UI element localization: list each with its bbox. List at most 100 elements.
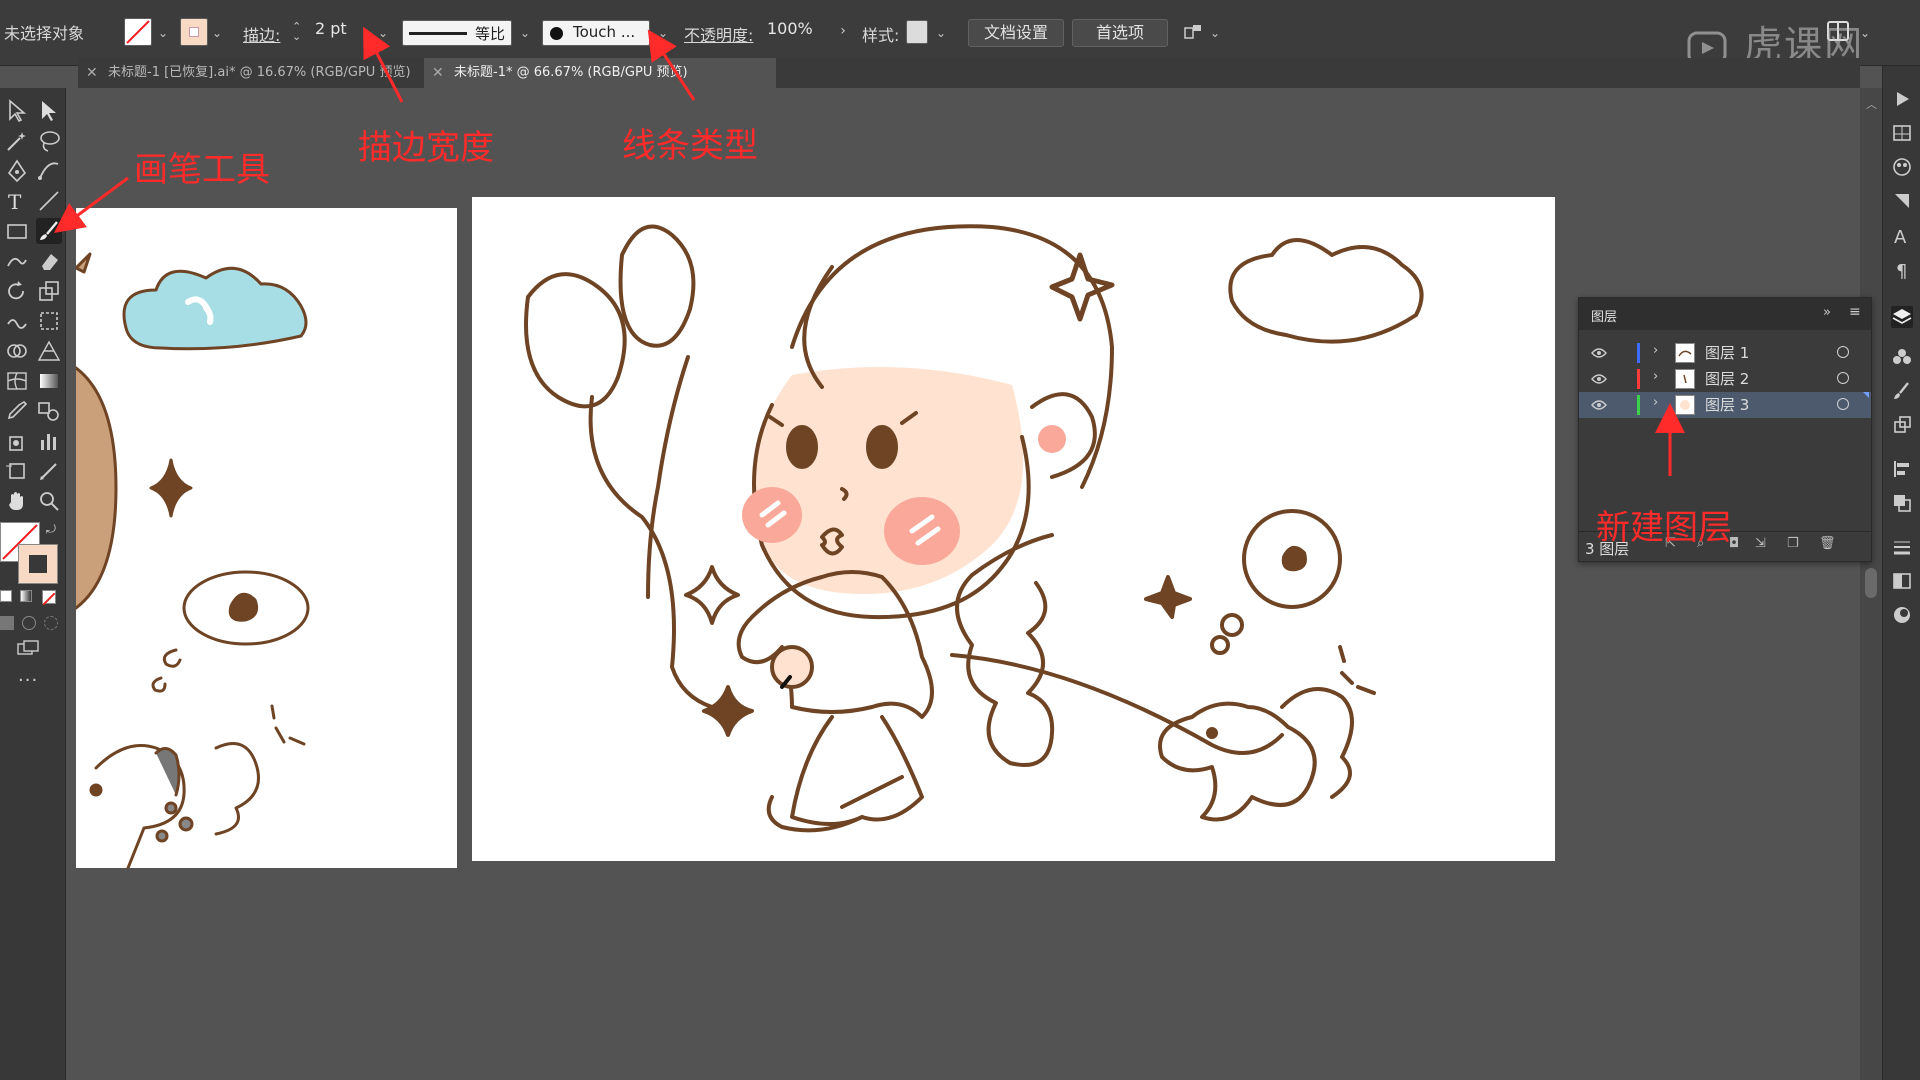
- collapse-icon[interactable]: »: [1823, 305, 1831, 320]
- align-icon[interactable]: [1891, 458, 1913, 480]
- chevron-down-icon[interactable]: ⌄: [1208, 26, 1222, 40]
- stroke-swatch[interactable]: [180, 18, 208, 46]
- stroke-color-widget[interactable]: [18, 544, 58, 584]
- pen-tool-icon[interactable]: [4, 158, 30, 184]
- direct-selection-tool-icon[interactable]: [36, 98, 62, 124]
- layers-panel-header[interactable]: 图层 » ≡: [1579, 298, 1871, 330]
- chevron-down-icon[interactable]: ⌄: [656, 26, 670, 40]
- appearance-icon[interactable]: [1891, 604, 1913, 626]
- stroke-weight-input[interactable]: 2 pt: [310, 17, 374, 43]
- chevron-down-icon[interactable]: ⌄: [376, 26, 390, 40]
- gradient-panel-icon[interactable]: [1891, 190, 1913, 212]
- chevron-down-icon[interactable]: ⌄: [518, 26, 532, 40]
- brush-definition[interactable]: Touch ...: [542, 20, 650, 46]
- trash-icon[interactable]: 🗑: [1819, 536, 1836, 551]
- pathfinder-icon[interactable]: [1891, 492, 1913, 514]
- close-icon[interactable]: ✕: [86, 58, 98, 88]
- tab-document-2[interactable]: ✕ 未标题-1* @ 66.67% (RGB/GPU 预览): [424, 58, 776, 88]
- document-setup-button[interactable]: 文档设置: [968, 19, 1064, 47]
- lasso-tool-icon[interactable]: [36, 128, 62, 154]
- warp-tool-icon[interactable]: [4, 308, 30, 334]
- target-icon[interactable]: [1837, 346, 1849, 358]
- chevron-right-icon[interactable]: ›: [836, 24, 850, 38]
- close-icon[interactable]: ✕: [432, 58, 444, 88]
- transform-icon[interactable]: [1891, 414, 1913, 436]
- stroke-stepper-icon[interactable]: ⌃ ⌄: [292, 21, 304, 44]
- brushes-icon[interactable]: [1891, 380, 1913, 402]
- artboard-tool-icon[interactable]: [4, 458, 30, 484]
- fill-swatch[interactable]: [124, 18, 152, 46]
- chevron-down-icon[interactable]: ⌄: [934, 26, 948, 40]
- stroke-panel-icon[interactable]: [1891, 536, 1913, 558]
- target-icon[interactable]: [1837, 398, 1849, 410]
- type-tool-icon[interactable]: T: [4, 188, 30, 214]
- character-icon[interactable]: A: [1891, 224, 1913, 248]
- image-trace-icon[interactable]: [1891, 122, 1913, 144]
- gradient-mode-button[interactable]: [20, 590, 32, 602]
- scroll-up-icon[interactable]: ︿: [1866, 96, 1877, 112]
- expand-arrow-icon[interactable]: ›: [1653, 395, 1658, 410]
- tab-document-1[interactable]: ✕ 未标题-1 [已恢复].ai* @ 16.67% (RGB/GPU 预览): [78, 58, 420, 88]
- eraser-tool-icon[interactable]: [36, 248, 62, 274]
- layer-row-selected[interactable]: › 图层 3: [1579, 392, 1871, 418]
- paintbrush-tool-icon[interactable]: [36, 218, 62, 244]
- symbols-icon[interactable]: [1891, 346, 1913, 368]
- slice-tool-icon[interactable]: [36, 458, 62, 484]
- screen-mode-icon[interactable]: [16, 640, 40, 658]
- play-icon[interactable]: [1891, 88, 1913, 110]
- new-sublayer-icon[interactable]: ⇲: [1755, 536, 1766, 551]
- eye-icon[interactable]: [1590, 344, 1608, 362]
- scroll-thumb[interactable]: [1865, 568, 1877, 598]
- chevron-down-icon[interactable]: ⌄: [210, 26, 224, 40]
- perspective-grid-icon[interactable]: [36, 338, 62, 364]
- eyedropper-icon[interactable]: [4, 398, 30, 424]
- magic-wand-icon[interactable]: [4, 128, 30, 154]
- line-tool-icon[interactable]: [36, 188, 62, 214]
- blend-tool-icon[interactable]: [36, 398, 62, 424]
- transparency-icon[interactable]: [1891, 570, 1913, 592]
- rectangle-tool-icon[interactable]: [4, 218, 30, 244]
- vertical-scrollbar[interactable]: ︿: [1860, 88, 1882, 1080]
- eye-icon[interactable]: [1590, 396, 1608, 414]
- color-guide-icon[interactable]: [1891, 156, 1913, 178]
- panel-menu-icon[interactable]: ≡: [1849, 304, 1861, 320]
- selection-tool-icon[interactable]: [4, 98, 30, 124]
- draw-inside-icon[interactable]: [44, 616, 58, 630]
- style-swatch[interactable]: [906, 20, 928, 44]
- zoom-tool-icon[interactable]: [36, 488, 62, 514]
- opacity-input[interactable]: 100%: [762, 17, 832, 43]
- draw-behind-icon[interactable]: [22, 616, 36, 630]
- swap-colors-icon[interactable]: ⤾: [46, 522, 60, 536]
- paragraph-icon[interactable]: ¶: [1891, 258, 1913, 282]
- free-transform-icon[interactable]: [36, 308, 62, 334]
- hand-tool-icon[interactable]: [4, 488, 30, 514]
- svg-text:T: T: [8, 190, 22, 214]
- symbol-sprayer-icon[interactable]: [4, 428, 30, 454]
- layer-name: 图层 1: [1705, 344, 1750, 362]
- gradient-tool-icon[interactable]: [36, 368, 62, 394]
- shaper-tool-icon[interactable]: [4, 248, 30, 274]
- more-tools-icon[interactable]: ···: [18, 670, 38, 691]
- arrange-icon[interactable]: [1182, 22, 1204, 44]
- mesh-tool-icon[interactable]: [4, 368, 30, 394]
- rotate-tool-icon[interactable]: [4, 278, 30, 304]
- none-mode-button[interactable]: [42, 590, 56, 606]
- expand-arrow-icon[interactable]: ›: [1653, 369, 1658, 384]
- expand-arrow-icon[interactable]: ›: [1653, 343, 1658, 358]
- layer-row[interactable]: › 图层 2: [1579, 366, 1871, 392]
- profile-label: 等比: [475, 25, 506, 43]
- eye-icon[interactable]: [1590, 370, 1608, 388]
- layer-row[interactable]: › 图层 1: [1579, 340, 1871, 366]
- draw-mode-icon[interactable]: [0, 616, 14, 630]
- variable-width-profile[interactable]: 等比: [402, 20, 512, 46]
- preferences-button[interactable]: 首选项: [1072, 19, 1168, 47]
- shape-builder-icon[interactable]: [4, 338, 30, 364]
- column-graph-icon[interactable]: [36, 428, 62, 454]
- curvature-tool-icon[interactable]: [36, 158, 62, 184]
- scale-tool-icon[interactable]: [36, 278, 62, 304]
- layers-panel-icon[interactable]: [1891, 306, 1913, 328]
- new-layer-icon[interactable]: ❐: [1787, 536, 1799, 551]
- target-icon[interactable]: [1837, 372, 1849, 384]
- chevron-down-icon[interactable]: ⌄: [156, 26, 170, 40]
- color-mode-button[interactable]: [0, 590, 12, 602]
